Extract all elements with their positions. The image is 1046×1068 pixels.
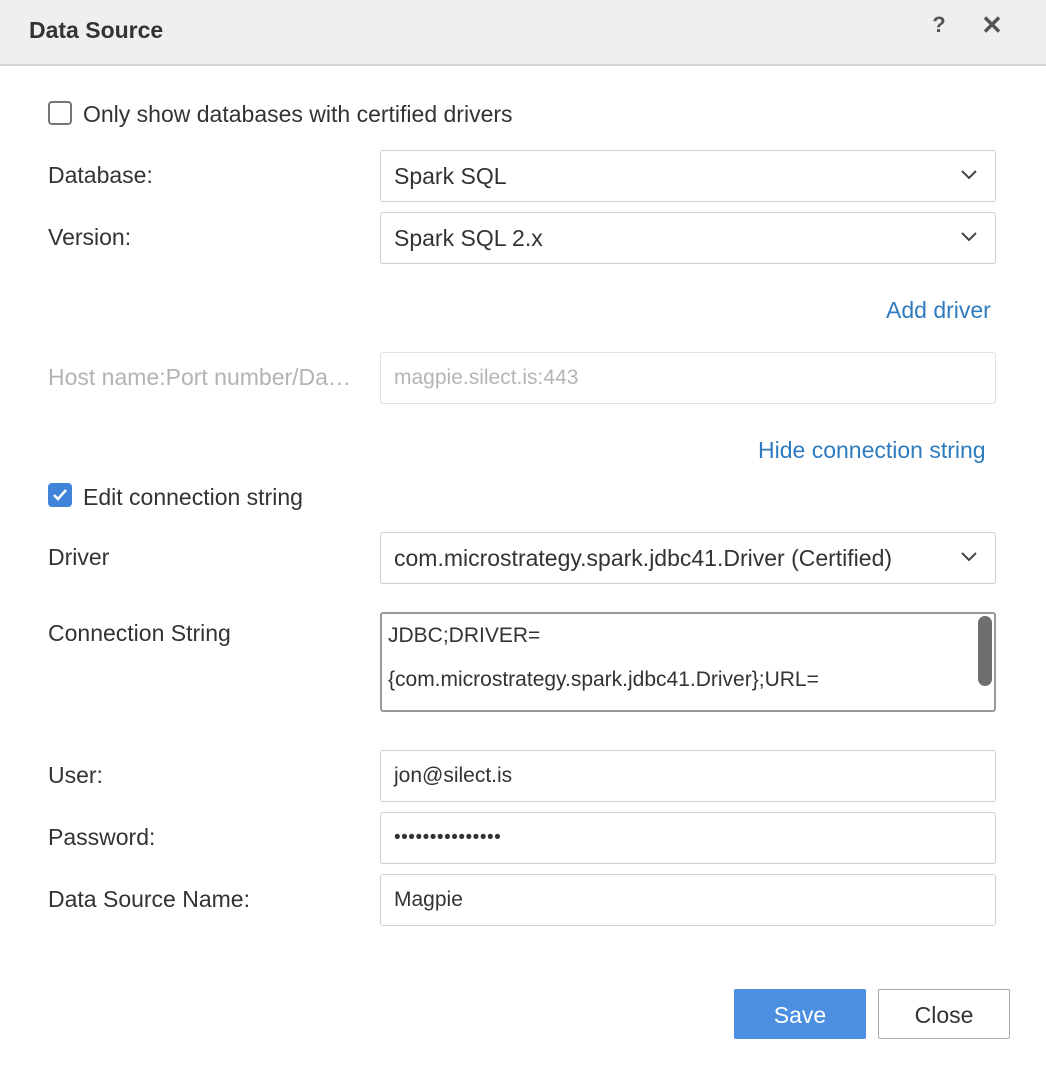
version-value: Spark SQL 2.x: [394, 225, 543, 251]
dialog-titlebar: Data Source ? ✕: [0, 0, 1046, 66]
driver-value: com.microstrategy.spark.jdbc41.Driver (C…: [394, 545, 893, 571]
connection-string-line: {com.microstrategy.spark.jdbc41.Driver};…: [388, 668, 819, 691]
user-input[interactable]: jon@silect.is: [380, 750, 996, 802]
chevron-down-icon: [961, 552, 977, 562]
certified-only-label: Only show databases with certified drive…: [83, 101, 513, 127]
save-button[interactable]: Save: [734, 989, 866, 1039]
connection-string-line: JDBC;DRIVER=: [388, 624, 541, 647]
host-label: Host name:Port number/Da…: [48, 364, 351, 390]
password-label: Password:: [48, 824, 156, 850]
hide-connection-string-link[interactable]: Hide connection string: [758, 437, 986, 464]
connection-string-label: Connection String: [48, 620, 231, 646]
certified-only-checkbox[interactable]: [48, 101, 72, 125]
dsn-value: Magpie: [394, 888, 463, 911]
dialog-title: Data Source: [29, 17, 164, 43]
password-value: •••••••••••••••: [394, 827, 502, 848]
version-select[interactable]: Spark SQL 2.x: [380, 212, 996, 264]
driver-select[interactable]: com.microstrategy.spark.jdbc41.Driver (C…: [380, 532, 996, 584]
database-select[interactable]: Spark SQL: [380, 150, 996, 202]
chevron-down-icon: [961, 170, 977, 180]
help-icon[interactable]: ?: [928, 10, 950, 40]
host-input[interactable]: magpie.silect.is:443: [380, 352, 996, 404]
edit-connection-checkbox[interactable]: [48, 483, 72, 507]
user-value: jon@silect.is: [394, 764, 513, 787]
version-label: Version:: [48, 224, 132, 250]
database-value: Spark SQL: [394, 163, 507, 189]
driver-label: Driver: [48, 544, 110, 570]
dsn-input[interactable]: Magpie: [380, 874, 996, 926]
dsn-label: Data Source Name:: [48, 886, 250, 912]
chevron-down-icon: [961, 232, 977, 242]
host-placeholder: magpie.silect.is:443: [394, 366, 579, 389]
user-label: User:: [48, 762, 103, 788]
close-button[interactable]: Close: [878, 989, 1010, 1039]
close-icon[interactable]: ✕: [980, 10, 1004, 40]
edit-connection-label: Edit connection string: [83, 484, 303, 510]
add-driver-link[interactable]: Add driver: [886, 297, 991, 324]
database-label: Database:: [48, 162, 153, 188]
checkmark-icon: [53, 489, 67, 501]
password-input[interactable]: •••••••••••••••: [380, 812, 996, 864]
connection-string-textarea[interactable]: JDBC;DRIVER= {com.microstrategy.spark.jd…: [380, 612, 996, 712]
scrollbar-thumb[interactable]: [978, 616, 992, 686]
